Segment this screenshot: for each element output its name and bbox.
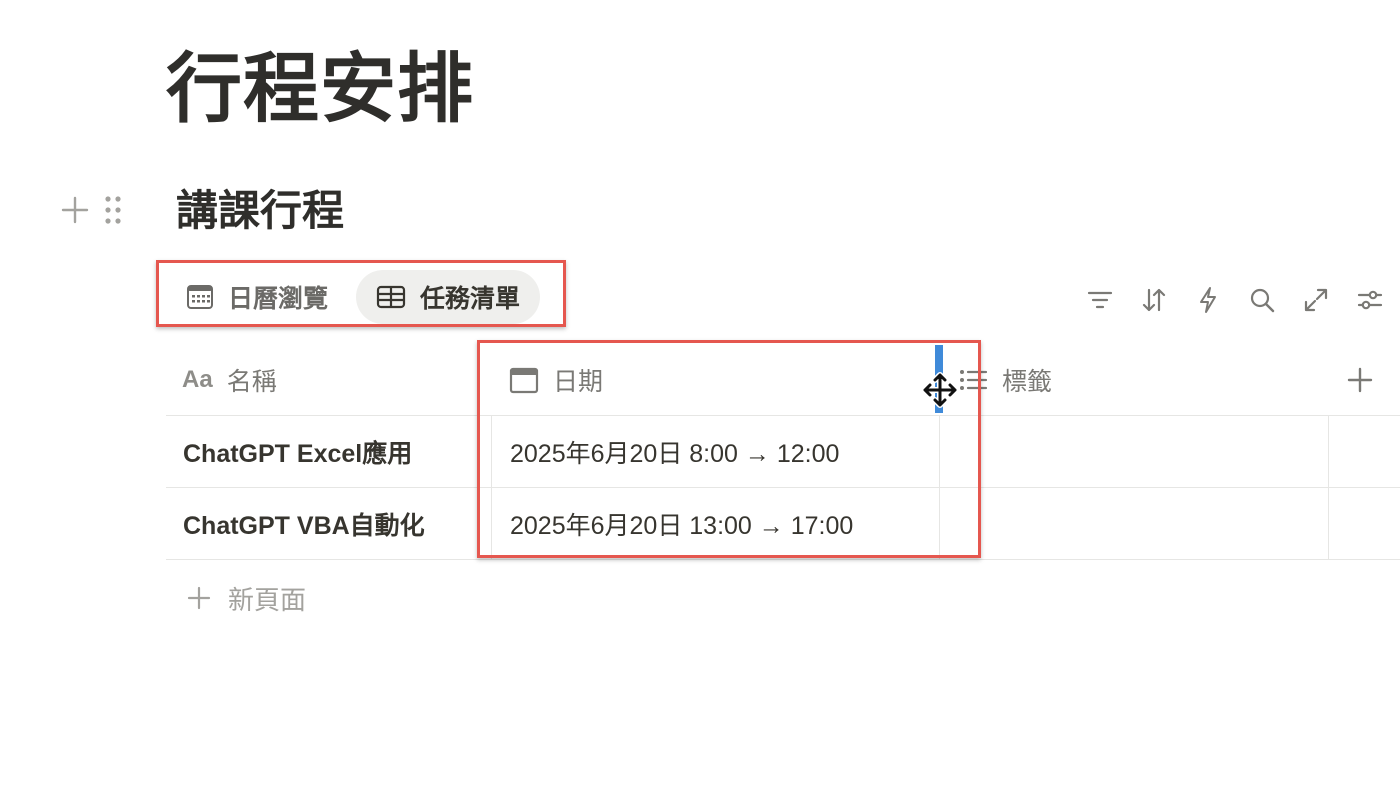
page-title: 行程安排 (166, 47, 474, 132)
highlight-box-date-column (477, 340, 981, 558)
new-page-label: 新頁面 (228, 584, 307, 615)
expand-icon[interactable] (1300, 284, 1332, 316)
database-title[interactable]: 講課行程 (176, 186, 344, 236)
search-icon[interactable] (1246, 284, 1278, 316)
column-label: 標籤 (1002, 368, 1053, 396)
column-label: 名稱 (226, 368, 277, 396)
new-page-button[interactable]: 新頁面 (186, 576, 306, 620)
database-toolbar (1084, 282, 1386, 318)
automation-icon[interactable] (1192, 284, 1224, 316)
highlight-box-tabs (156, 260, 566, 327)
name-cell[interactable]: ChatGPT Excel應用 (183, 416, 412, 487)
column-header-name[interactable]: Aa 名稱 (182, 345, 277, 415)
plus-icon (186, 585, 212, 611)
block-controls (60, 190, 122, 230)
drag-handle-icon[interactable] (104, 194, 122, 226)
filter-icon[interactable] (1084, 284, 1116, 316)
settings-icon[interactable] (1354, 284, 1386, 316)
sort-icon[interactable] (1138, 284, 1170, 316)
add-column-button[interactable] (1346, 345, 1374, 415)
name-cell[interactable]: ChatGPT VBA自動化 (183, 488, 425, 559)
add-block-icon[interactable] (60, 195, 90, 225)
plus-icon (1346, 366, 1374, 394)
row-divider (166, 559, 1400, 560)
text-property-icon: Aa (182, 366, 213, 393)
